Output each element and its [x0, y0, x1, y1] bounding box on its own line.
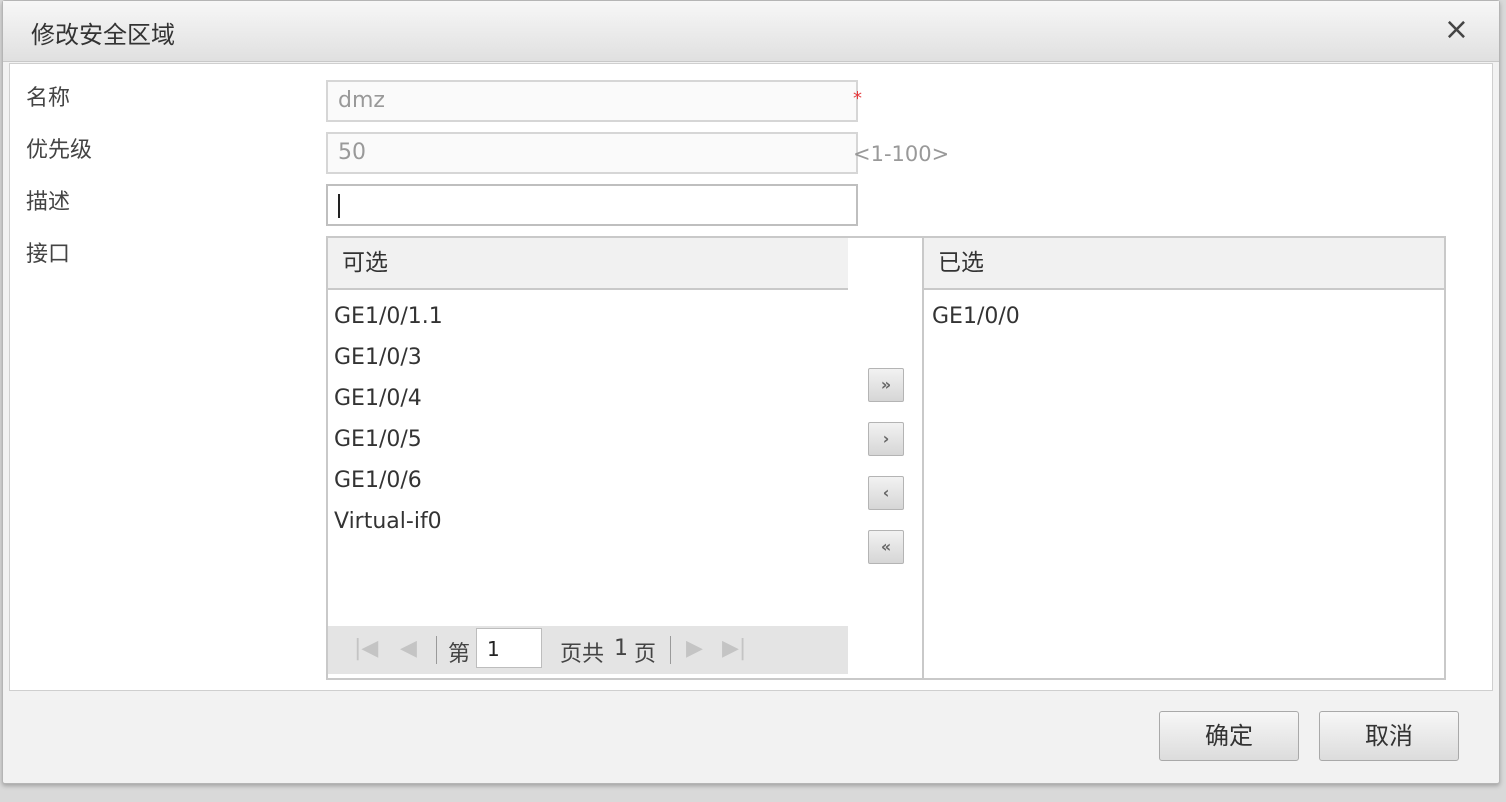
description-label: 描述: [26, 190, 71, 215]
list-item[interactable]: GE1/0/5: [334, 419, 848, 460]
pagination-bar: |◀ ◀ 第 1 页共 1 页 ▶ ▶|: [328, 626, 848, 674]
move-right-button[interactable]: ›: [868, 422, 904, 456]
edit-security-zone-dialog: 修改安全区域 × 名称 dmz * 优先级 50 <1-100> 描述 接口 可…: [2, 0, 1500, 784]
last-page-icon[interactable]: ▶|: [722, 636, 746, 661]
priority-label: 优先级: [26, 138, 93, 163]
transfer-buttons: » › ‹ «: [848, 236, 922, 680]
pager-divider: [670, 636, 671, 664]
selected-header: 已选: [924, 238, 1444, 290]
total-pages: 1: [614, 636, 628, 661]
available-header: 可选: [328, 238, 848, 290]
first-page-icon[interactable]: |◀: [354, 636, 378, 661]
list-item[interactable]: Virtual-if0: [334, 501, 848, 542]
selected-panel: 已选 GE1/0/0: [922, 236, 1446, 680]
total-suffix: 页: [634, 642, 657, 667]
dialog-titlebar[interactable]: 修改安全区域 ×: [3, 1, 1499, 62]
list-item[interactable]: GE1/0/4: [334, 378, 848, 419]
available-list: GE1/0/1.1 GE1/0/3 GE1/0/4 GE1/0/5 GE1/0/…: [328, 290, 848, 542]
name-field[interactable]: dmz: [326, 80, 858, 122]
name-label: 名称: [26, 86, 71, 111]
dialog-title: 修改安全区域: [31, 21, 175, 49]
interface-label: 接口: [26, 242, 71, 267]
required-mark: *: [853, 88, 862, 109]
available-panel: 可选 GE1/0/1.1 GE1/0/3 GE1/0/4 GE1/0/5 GE1…: [326, 236, 850, 680]
selected-list: GE1/0/0: [924, 290, 1444, 337]
move-all-right-button[interactable]: »: [868, 368, 904, 402]
confirm-button[interactable]: 确定: [1159, 711, 1299, 761]
move-left-button[interactable]: ‹: [868, 476, 904, 510]
next-page-icon[interactable]: ▶: [686, 636, 703, 661]
cancel-button[interactable]: 取消: [1319, 711, 1459, 761]
pager-divider: [436, 636, 437, 664]
text-caret: [338, 194, 340, 218]
description-field[interactable]: [326, 184, 858, 226]
page-prefix: 第: [448, 642, 471, 667]
close-icon[interactable]: ×: [1444, 13, 1469, 47]
page-number-input[interactable]: 1: [476, 628, 542, 668]
move-all-left-button[interactable]: «: [868, 530, 904, 564]
prev-page-icon[interactable]: ◀: [400, 636, 417, 661]
dialog-body: 名称 dmz * 优先级 50 <1-100> 描述 接口 可选 GE1/0/1…: [9, 63, 1493, 691]
list-item[interactable]: GE1/0/1.1: [334, 296, 848, 337]
priority-field[interactable]: 50: [326, 132, 858, 174]
list-item[interactable]: GE1/0/3: [334, 337, 848, 378]
page-suffix: 页共: [560, 642, 605, 667]
list-item[interactable]: GE1/0/0: [932, 296, 1444, 337]
list-item[interactable]: GE1/0/6: [334, 460, 848, 501]
priority-range-hint: <1-100>: [853, 142, 950, 166]
